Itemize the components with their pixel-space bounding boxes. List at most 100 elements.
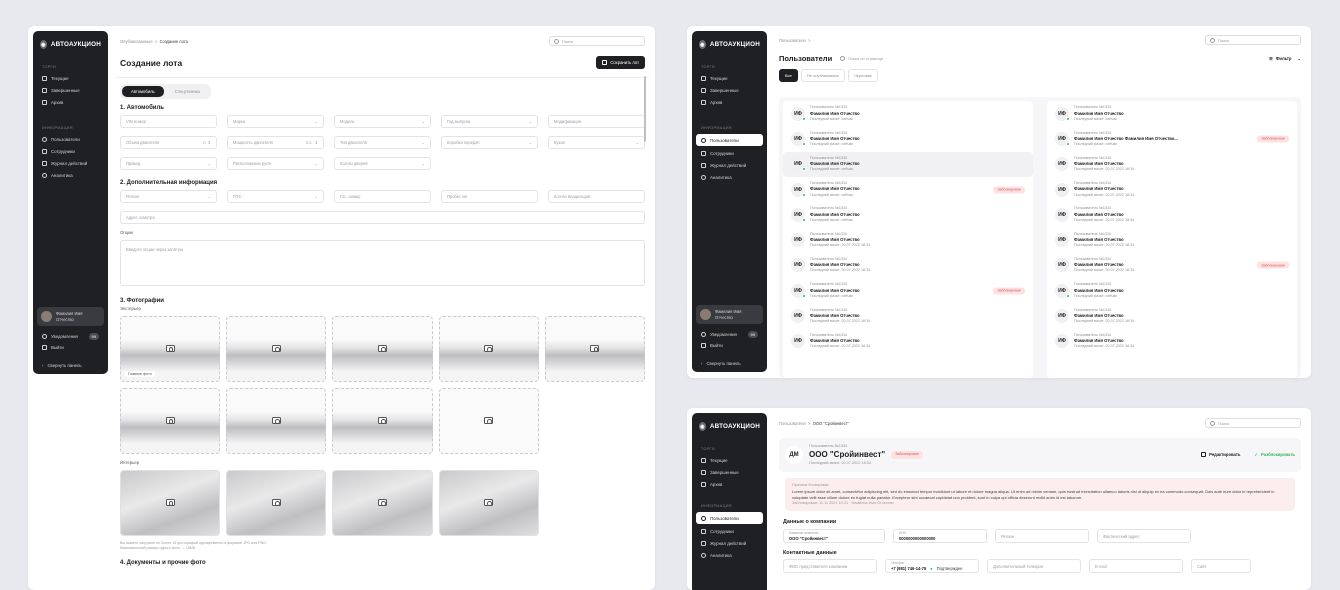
email-field[interactable]: E-mail <box>1089 559 1183 574</box>
search-input[interactable]: Поиск <box>1205 418 1301 428</box>
nav-current[interactable]: Текущие <box>692 72 767 84</box>
seg-special[interactable]: Спецтехника <box>166 86 209 97</box>
brand[interactable]: ◉ АВТОАУКЦИОН <box>692 413 767 443</box>
user-card[interactable]: ИФ Пользователь №1334 Фамилия Имя Отчество… <box>1047 303 1297 328</box>
users-tab[interactable]: Не опубликовано <box>800 69 846 82</box>
address-field[interactable]: Фактический адрес <box>1097 529 1191 544</box>
address-field[interactable]: Адрес осмотра <box>120 210 645 224</box>
user-card[interactable]: ИФ Пользователь №1334 Фамилия Имя Отчество… <box>1047 253 1297 278</box>
nav-log[interactable]: Журнал действий <box>692 537 767 549</box>
photo-upload-slot[interactable] <box>438 387 539 454</box>
form-field[interactable]: Мощность двигателя л.с. ⇕ <box>227 135 324 149</box>
user-card[interactable]: ИФ Пользователь №1334 Фамилия Имя Отчество… <box>783 126 1033 151</box>
form-field[interactable]: Год выпуска ⌄ <box>441 114 538 128</box>
filter-button[interactable]: ☰ Фильтр ⌄ <box>1269 56 1301 61</box>
form-field[interactable]: Марка ⌄ <box>227 114 324 128</box>
nav-staff[interactable]: Сотрудники <box>692 525 767 537</box>
form-field[interactable]: ПТС ⌄ <box>227 189 324 203</box>
seg-auto[interactable]: Автомобиль <box>122 85 164 97</box>
nav-log[interactable]: Журнал действий <box>33 157 108 169</box>
photo-slot[interactable]: Главное фото <box>120 315 221 382</box>
form-field[interactable]: Модификация <box>548 114 645 128</box>
site-field[interactable]: Сайт <box>1191 559 1251 574</box>
phone2-field[interactable]: Дополнительный телефон <box>987 559 1081 574</box>
form-field[interactable]: Тип двигателя ⌄ <box>334 135 431 149</box>
nav-finished[interactable]: Завершенные <box>692 84 767 96</box>
photo-slot[interactable] <box>226 315 327 382</box>
nav-analytics[interactable]: Аналитика <box>692 549 767 561</box>
user-card[interactable]: ИФ Пользователь №1334 Фамилия Имя Отчество… <box>1047 152 1297 177</box>
user-card[interactable]: ИФ Пользователь №1334 Фамилия Имя Отчество… <box>783 303 1033 328</box>
rep-field[interactable]: ФИО представителя компании <box>783 559 877 574</box>
collapse-button[interactable]: ‹ Свернуть панель <box>42 363 82 368</box>
users-tab[interactable]: Черновик <box>848 69 878 82</box>
user-card[interactable]: ИФ Пользователь №1334 Фамилия Имя Отчество… <box>783 329 1033 354</box>
nav-users[interactable]: Пользователи <box>696 134 763 146</box>
photo-slot[interactable] <box>332 469 433 536</box>
photo-slot[interactable] <box>544 315 645 382</box>
user-card[interactable]: ИФ Пользователь №1334 Фамилия Имя Отчество… <box>1047 329 1297 354</box>
form-field[interactable]: Пробег, км <box>441 189 538 203</box>
photo-slot[interactable] <box>120 469 221 536</box>
form-field[interactable]: Регион ⌄ <box>120 189 217 203</box>
nav-archive[interactable]: Архив <box>692 478 767 490</box>
nav-finished[interactable]: Завершенные <box>692 466 767 478</box>
user-card[interactable]: ИФ Пользователь №1334 Фамилия Имя Отчество… <box>1047 227 1297 252</box>
users-tab[interactable]: Все <box>779 69 798 82</box>
photo-slot[interactable] <box>332 315 433 382</box>
inn-field[interactable]: ИНН 0000000000000000 <box>893 529 987 544</box>
photo-slot[interactable] <box>120 387 221 454</box>
user-card[interactable]: ИФ Пользователь №1334 Фамилия Имя Отчество… <box>783 278 1033 303</box>
photo-slot[interactable] <box>226 387 327 454</box>
photo-slot[interactable] <box>438 469 539 536</box>
nav-finished[interactable]: Завершенные <box>33 84 108 96</box>
nav-analytics[interactable]: Аналитика <box>692 171 767 183</box>
photo-slot[interactable] <box>332 387 433 454</box>
crumb-link[interactable]: Опубликованные <box>120 39 153 44</box>
nav-current[interactable]: Текущие <box>33 72 108 84</box>
form-field[interactable]: Кол-во дверей ⌄ <box>334 156 431 170</box>
user-card[interactable]: ИФ Пользователь №1334 Фамилия Имя Отчество… <box>783 101 1033 126</box>
form-field[interactable]: Модель ⌄ <box>334 114 431 128</box>
notifications[interactable]: Уведомления 99 <box>701 331 758 338</box>
user-card[interactable]: ИФ Пользователь №1334 Фамилия Имя Отчество… <box>783 253 1033 278</box>
photo-slot[interactable] <box>226 469 327 536</box>
region-field[interactable]: Регион <box>995 529 1089 544</box>
form-field[interactable]: Коробка передач ⌄ <box>441 135 538 149</box>
user-card[interactable]: ИФ Пользователь №1334 Фамилия Имя Отчество… <box>1047 101 1297 126</box>
photo-slot[interactable] <box>438 315 539 382</box>
user-card[interactable]: ИФ Пользователь №1334 Фамилия Имя Отчество… <box>783 177 1033 202</box>
user-card[interactable]: ИФ Пользователь №1334 Фамилия Имя Отчество… <box>1047 202 1297 227</box>
stepper-icon[interactable]: ⇕ <box>208 140 211 145</box>
logout-button[interactable]: Выйти <box>42 345 64 350</box>
nav-archive[interactable]: Архив <box>692 96 767 108</box>
brand[interactable]: ◉ АВТОАУКЦИОН <box>692 31 767 61</box>
form-field[interactable]: VIN номер <box>120 114 217 128</box>
page-search[interactable]: Поиск по странице <box>840 56 883 61</box>
form-field[interactable]: Объем двигателя л ⇕ <box>120 135 217 149</box>
nav-users[interactable]: Пользователи <box>696 512 763 524</box>
nav-analytics[interactable]: Аналитика <box>33 169 108 181</box>
notifications[interactable]: Уведомления 99 <box>42 333 99 340</box>
form-field[interactable]: Расположение руля ⌄ <box>227 156 324 170</box>
scrollbar[interactable] <box>644 76 646 142</box>
brand[interactable]: ◉ АВТОАУКЦИОН <box>33 31 108 61</box>
form-field[interactable]: Привод ⌄ <box>120 156 217 170</box>
user-card[interactable]: ИФ Пользователь №1334 Фамилия Имя Отчество… <box>783 151 1033 177</box>
form-field[interactable]: Гос. номер <box>334 189 431 203</box>
company-name-field[interactable]: Название компании ООО "Сройинвест" <box>783 529 885 544</box>
nav-current[interactable]: Текущие <box>692 454 767 466</box>
form-field[interactable]: Кузов ⌄ <box>548 135 645 149</box>
phone-field[interactable]: Телефон +7 (981) 746-14-75 ● Подтвержден <box>885 559 979 574</box>
user-card[interactable]: ИФ Пользователь №1334 Фамилия Имя Отчество… <box>1047 278 1297 303</box>
unblock-button[interactable]: ✓ Разблокировать <box>1254 452 1295 457</box>
nav-users[interactable]: Пользователи <box>33 133 108 145</box>
user-card[interactable]: ИФ Пользователь №1334 Фамилия Имя Отчество… <box>1047 177 1297 202</box>
user-profile[interactable]: Фамилия Имя Отчество <box>696 305 763 324</box>
user-card[interactable]: ИФ Пользователь №1334 Фамилия Имя Отчество… <box>1047 126 1297 151</box>
crumb-link[interactable]: Пользователи <box>779 38 806 43</box>
nav-log[interactable]: Журнал действий <box>692 159 767 171</box>
search-input[interactable]: Поиск <box>549 36 645 46</box>
nav-staff[interactable]: Сотрудники <box>33 145 108 157</box>
nav-staff[interactable]: Сотрудники <box>692 147 767 159</box>
